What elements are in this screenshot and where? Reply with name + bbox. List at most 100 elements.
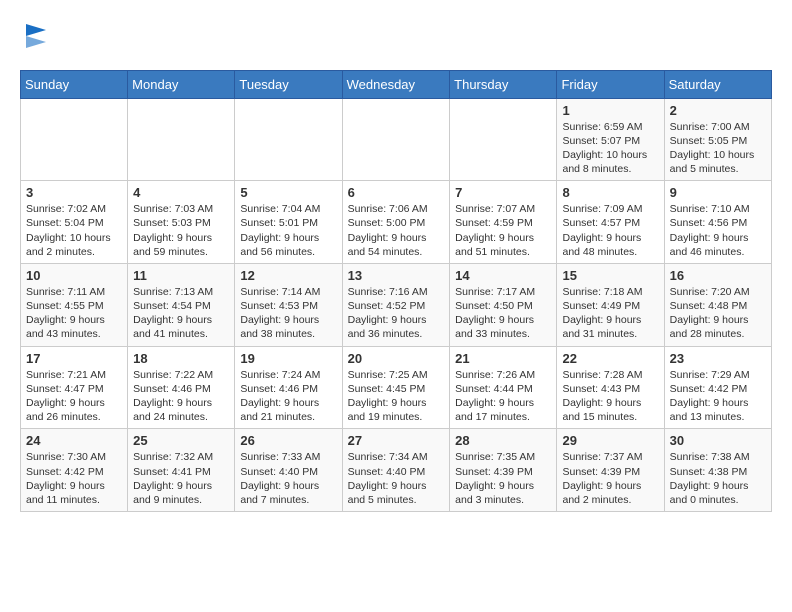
day-number: 24 [26,433,122,448]
day-info: Sunrise: 7:16 AMSunset: 4:52 PMDaylight:… [348,285,445,342]
day-info: Sunrise: 7:38 AMSunset: 4:38 PMDaylight:… [670,450,766,507]
day-number: 11 [133,268,229,283]
day-number: 27 [348,433,445,448]
calendar-cell: 19 Sunrise: 7:24 AMSunset: 4:46 PMDayligh… [235,346,342,429]
day-number: 23 [670,351,766,366]
calendar-cell: 30 Sunrise: 7:38 AMSunset: 4:38 PMDayligh… [664,429,771,512]
day-number: 3 [26,185,122,200]
day-info: Sunrise: 7:33 AMSunset: 4:40 PMDaylight:… [240,450,336,507]
calendar-cell [128,98,235,181]
calendar-body: 1 Sunrise: 6:59 AMSunset: 5:07 PMDaylight… [21,98,772,511]
day-number: 10 [26,268,122,283]
day-info: Sunrise: 7:17 AMSunset: 4:50 PMDaylight:… [455,285,551,342]
calendar-cell: 18Sunrise: 7:22 AMSunset: 4:46 PMDayligh… [128,346,235,429]
calendar-cell: 5Sunrise: 7:04 AMSunset: 5:01 PMDaylight… [235,181,342,264]
calendar-cell: 15 Sunrise: 7:18 AMSunset: 4:49 PMDayligh… [557,263,664,346]
calendar-cell: 22 Sunrise: 7:28 AMSunset: 4:43 PMDayligh… [557,346,664,429]
calendar-week-row: 24 Sunrise: 7:30 AMSunset: 4:42 PMDayligh… [21,429,772,512]
weekday-header: Thursday [450,70,557,98]
day-number: 16 [670,268,766,283]
calendar-cell [235,98,342,181]
logo-flag-icon [22,20,50,48]
calendar-cell [21,98,128,181]
day-info: Sunrise: 7:07 AMSunset: 4:59 PMDaylight:… [455,202,551,259]
day-number: 6 [348,185,445,200]
day-number: 5 [240,185,336,200]
calendar-cell: 21 Sunrise: 7:26 AMSunset: 4:44 PMDayligh… [450,346,557,429]
calendar-cell: 23 Sunrise: 7:29 AMSunset: 4:42 PMDayligh… [664,346,771,429]
day-info: Sunrise: 7:28 AMSunset: 4:43 PMDaylight:… [562,368,658,425]
calendar-cell: 20 Sunrise: 7:25 AMSunset: 4:45 PMDayligh… [342,346,450,429]
calendar-week-row: 3 Sunrise: 7:02 AMSunset: 5:04 PMDaylight… [21,181,772,264]
day-info: Sunrise: 7:30 AMSunset: 4:42 PMDaylight:… [26,450,122,507]
weekday-header: Wednesday [342,70,450,98]
day-number: 15 [562,268,658,283]
day-info: Sunrise: 6:59 AMSunset: 5:07 PMDaylight:… [562,120,658,177]
day-info: Sunrise: 7:02 AMSunset: 5:04 PMDaylight:… [26,202,122,259]
calendar-cell: 29Sunrise: 7:37 AMSunset: 4:39 PMDayligh… [557,429,664,512]
calendar-cell: 11 Sunrise: 7:13 AMSunset: 4:54 PMDayligh… [128,263,235,346]
weekday-header: Tuesday [235,70,342,98]
calendar-cell: 6 Sunrise: 7:06 AMSunset: 5:00 PMDaylight… [342,181,450,264]
day-number: 1 [562,103,658,118]
day-number: 2 [670,103,766,118]
day-info: Sunrise: 7:18 AMSunset: 4:49 PMDaylight:… [562,285,658,342]
calendar-cell: 1 Sunrise: 6:59 AMSunset: 5:07 PMDaylight… [557,98,664,181]
day-info: Sunrise: 7:24 AMSunset: 4:46 PMDaylight:… [240,368,336,425]
day-info: Sunrise: 7:13 AMSunset: 4:54 PMDaylight:… [133,285,229,342]
day-number: 28 [455,433,551,448]
calendar-cell: 2 Sunrise: 7:00 AMSunset: 5:05 PMDaylight… [664,98,771,181]
calendar-cell: 13 Sunrise: 7:16 AMSunset: 4:52 PMDayligh… [342,263,450,346]
day-info: Sunrise: 7:10 AMSunset: 4:56 PMDaylight:… [670,202,766,259]
day-info: Sunrise: 7:03 AMSunset: 5:03 PMDaylight:… [133,202,229,259]
day-number: 22 [562,351,658,366]
calendar-week-row: 17Sunrise: 7:21 AMSunset: 4:47 PMDayligh… [21,346,772,429]
day-info: Sunrise: 7:35 AMSunset: 4:39 PMDaylight:… [455,450,551,507]
day-number: 29 [562,433,658,448]
day-number: 21 [455,351,551,366]
day-info: Sunrise: 7:09 AMSunset: 4:57 PMDaylight:… [562,202,658,259]
calendar-cell: 27Sunrise: 7:34 AMSunset: 4:40 PMDayligh… [342,429,450,512]
day-number: 7 [455,185,551,200]
day-number: 25 [133,433,229,448]
calendar-cell: 8 Sunrise: 7:09 AMSunset: 4:57 PMDaylight… [557,181,664,264]
calendar-table: SundayMondayTuesdayWednesdayThursdayFrid… [20,70,772,512]
day-number: 20 [348,351,445,366]
weekday-header: Saturday [664,70,771,98]
weekday-header: Sunday [21,70,128,98]
weekday-header: Friday [557,70,664,98]
calendar-cell: 7 Sunrise: 7:07 AMSunset: 4:59 PMDaylight… [450,181,557,264]
calendar-cell: 17Sunrise: 7:21 AMSunset: 4:47 PMDayligh… [21,346,128,429]
day-number: 9 [670,185,766,200]
calendar-header-row: SundayMondayTuesdayWednesdayThursdayFrid… [21,70,772,98]
calendar-cell: 26 Sunrise: 7:33 AMSunset: 4:40 PMDayligh… [235,429,342,512]
day-number: 19 [240,351,336,366]
day-info: Sunrise: 7:20 AMSunset: 4:48 PMDaylight:… [670,285,766,342]
day-number: 18 [133,351,229,366]
weekday-header: Monday [128,70,235,98]
day-info: Sunrise: 7:06 AMSunset: 5:00 PMDaylight:… [348,202,445,259]
day-number: 30 [670,433,766,448]
calendar-cell: 24 Sunrise: 7:30 AMSunset: 4:42 PMDayligh… [21,429,128,512]
day-info: Sunrise: 7:21 AMSunset: 4:47 PMDaylight:… [26,368,122,425]
day-info: Sunrise: 7:00 AMSunset: 5:05 PMDaylight:… [670,120,766,177]
calendar-cell [450,98,557,181]
day-number: 8 [562,185,658,200]
day-number: 4 [133,185,229,200]
calendar-cell: 9 Sunrise: 7:10 AMSunset: 4:56 PMDaylight… [664,181,771,264]
day-number: 12 [240,268,336,283]
day-number: 26 [240,433,336,448]
calendar-cell: 16 Sunrise: 7:20 AMSunset: 4:48 PMDayligh… [664,263,771,346]
day-number: 13 [348,268,445,283]
calendar-week-row: 1 Sunrise: 6:59 AMSunset: 5:07 PMDaylight… [21,98,772,181]
day-info: Sunrise: 7:26 AMSunset: 4:44 PMDaylight:… [455,368,551,425]
calendar-cell: 4 Sunrise: 7:03 AMSunset: 5:03 PMDaylight… [128,181,235,264]
day-info: Sunrise: 7:25 AMSunset: 4:45 PMDaylight:… [348,368,445,425]
logo [20,20,50,54]
calendar-cell: 3 Sunrise: 7:02 AMSunset: 5:04 PMDaylight… [21,181,128,264]
calendar-cell: 28 Sunrise: 7:35 AMSunset: 4:39 PMDayligh… [450,429,557,512]
calendar-cell: 14Sunrise: 7:17 AMSunset: 4:50 PMDayligh… [450,263,557,346]
calendar-cell: 10Sunrise: 7:11 AMSunset: 4:55 PMDayligh… [21,263,128,346]
calendar-cell: 12Sunrise: 7:14 AMSunset: 4:53 PMDayligh… [235,263,342,346]
day-info: Sunrise: 7:29 AMSunset: 4:42 PMDaylight:… [670,368,766,425]
